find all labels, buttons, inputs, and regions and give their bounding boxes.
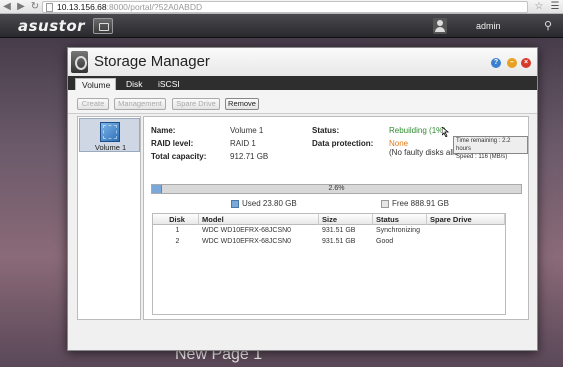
bookmark-star-icon[interactable]: ☆ (533, 0, 545, 14)
col-status[interactable]: Status (373, 214, 427, 225)
name-value: Volume 1 (230, 126, 264, 135)
col-size[interactable]: Size (319, 214, 373, 225)
disk-table-header: Disk Model Size Status Spare Drive (153, 214, 505, 225)
cell-size: 931.51 GB (322, 227, 356, 234)
usage-percent: 2.6% (328, 185, 345, 192)
user-icon[interactable] (433, 18, 447, 34)
raid-level-value: RAID 1 (230, 139, 256, 148)
volume-list-item[interactable]: Volume 1 (79, 118, 140, 152)
username-label[interactable]: admin (476, 19, 501, 33)
volume-details-panel: Name: Volume 1 RAID level: RAID 1 Total … (143, 116, 529, 320)
url-path: :8000/portal/?52A0ABDD (106, 2, 203, 12)
spare-drive-button[interactable]: Spare Drive (172, 98, 220, 110)
status-label: Status: (312, 126, 340, 135)
tooltip-time-remaining: Time remaining : 2.2 hours (456, 138, 511, 152)
page-icon (46, 3, 53, 12)
total-capacity-label: Total capacity: (151, 152, 207, 161)
tooltip-speed: Speed : 116 (MB/s) (456, 154, 508, 160)
close-icon[interactable]: × (521, 58, 531, 68)
data-protection-label: Data protection: (312, 139, 374, 148)
tab-disk[interactable]: Disk (120, 78, 146, 90)
cell-disk: 1 (175, 227, 180, 234)
url-host: 10.13.156.68 (57, 2, 107, 12)
remove-button[interactable]: Remove (225, 98, 259, 110)
free-legend-label: Free 888.91 GB (392, 199, 449, 208)
cell-status: Synchronizing (376, 227, 420, 234)
toolbar: Create Management Spare Drive Remove (68, 90, 537, 114)
col-spare-drive[interactable]: Spare Drive (427, 214, 505, 225)
show-desktop-button[interactable] (93, 18, 113, 34)
mouse-cursor-icon (442, 127, 450, 137)
tab-volume[interactable]: Volume (75, 78, 116, 90)
window-title: Storage Manager (94, 53, 210, 70)
used-legend-swatch (231, 200, 239, 208)
url-input[interactable]: 10.13.156.68:8000/portal/?52A0ABDD (42, 1, 528, 13)
cell-model: WDC WD10EFRX-68JCSN0 (202, 227, 292, 234)
minimize-icon[interactable]: – (507, 58, 517, 68)
table-row[interactable]: 2 WDC WD10EFRX-68JCSN0 931.51 GB Good (153, 236, 505, 247)
tab-iscsi[interactable]: iSCSI (152, 78, 182, 90)
data-protection-value: None (389, 139, 409, 148)
raid-level-label: RAID level: (151, 139, 194, 148)
help-icon[interactable]: ? (491, 58, 501, 68)
asustor-logo: asustor (18, 17, 86, 35)
cell-disk: 2 (175, 238, 180, 245)
reload-icon[interactable]: ↻ (28, 0, 42, 14)
usage-bar: 2.6% (151, 184, 522, 194)
management-button[interactable]: Management (114, 98, 166, 110)
storage-manager-window: Storage Manager ? – × Volume Disk iSCSI … (67, 47, 538, 351)
volume-cube-icon (100, 122, 120, 142)
table-row[interactable]: 1 WDC WD10EFRX-68JCSN0 931.51 GB Synchro… (153, 225, 505, 236)
back-icon[interactable]: ◀ (0, 0, 14, 14)
used-legend-label: Used 23.80 GB (242, 199, 297, 208)
name-label: Name: (151, 126, 176, 135)
col-model[interactable]: Model (199, 214, 319, 225)
cell-model: WDC WD10EFRX-68JCSN0 (202, 238, 292, 245)
storage-manager-app-icon (71, 51, 88, 73)
volume-list: Volume 1 (77, 116, 141, 320)
data-protection-note: (No faulty disks allo (389, 148, 459, 157)
cell-size: 931.51 GB (322, 238, 356, 245)
col-disk[interactable]: Disk (153, 214, 199, 225)
volume-list-item-label: Volume 1 (94, 143, 127, 152)
search-icon[interactable]: ⚲ (544, 19, 558, 33)
total-capacity-value: 912.71 GB (230, 152, 269, 161)
browser-menu-icon[interactable]: ☰ (548, 0, 562, 14)
status-value[interactable]: Rebuilding (1%) (389, 126, 446, 135)
disk-table: Disk Model Size Status Spare Drive 1 WDC… (152, 213, 506, 315)
forward-icon[interactable]: ▶ (14, 0, 28, 14)
cell-status: Good (376, 238, 394, 245)
create-button[interactable]: Create (77, 98, 109, 110)
free-legend-swatch (381, 200, 389, 208)
window-titlebar[interactable]: Storage Manager ? – × (68, 48, 537, 76)
rebuild-tooltip: Time remaining : 2.2 hours Speed : 116 (… (453, 136, 528, 160)
adm-topbar: asustor admin ⚲ (0, 14, 563, 38)
